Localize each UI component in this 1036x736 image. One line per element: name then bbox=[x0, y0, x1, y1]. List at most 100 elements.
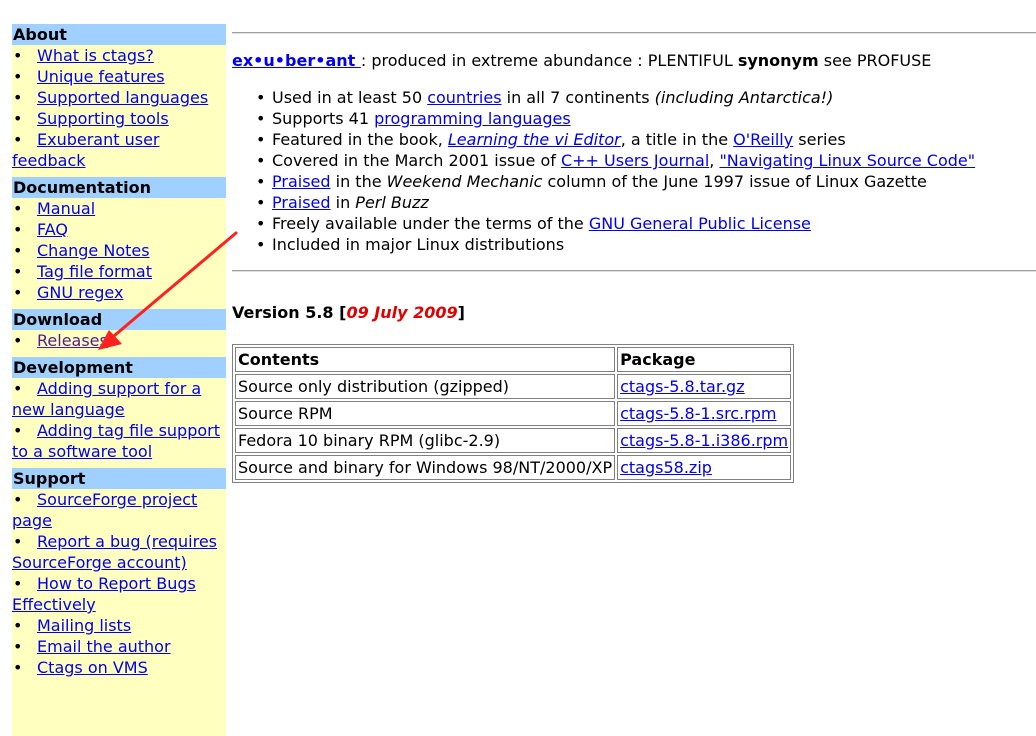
feature-text: in the bbox=[330, 172, 387, 191]
package-download-link[interactable]: ctags-5.8-1.src.rpm bbox=[620, 404, 776, 423]
list-item: Change Notes bbox=[12, 240, 226, 261]
programming-languages-link[interactable]: programming languages bbox=[374, 109, 571, 128]
documentation-list: Manual FAQ Change Notes Tag file format … bbox=[12, 198, 226, 303]
feature-text: , a title in the bbox=[620, 130, 734, 149]
package-download-link[interactable]: ctags-5.8-1.i386.rpm bbox=[620, 431, 788, 450]
package-table: Contents Package Source only distributio… bbox=[232, 344, 795, 483]
list-item: Email the author bbox=[12, 636, 226, 657]
package-cell: ctags-5.8-1.i386.rpm bbox=[617, 428, 792, 453]
supporting-tools-link[interactable]: Supporting tools bbox=[37, 109, 169, 128]
table-row: Source and binary for Windows 98/NT/2000… bbox=[235, 455, 792, 480]
list-item: Covered in the March 2001 issue of C++ U… bbox=[256, 150, 975, 171]
feature-text: in bbox=[330, 193, 356, 212]
list-item: Adding support for a new language bbox=[12, 378, 226, 420]
change-notes-link[interactable]: Change Notes bbox=[37, 241, 150, 260]
ctags-on-vms-link[interactable]: Ctags on VMS bbox=[37, 658, 148, 677]
list-item: FAQ bbox=[12, 219, 226, 240]
how-to-report-bugs-link[interactable]: How to Report Bugs Effectively bbox=[12, 574, 196, 614]
oreilly-link[interactable]: O'Reilly bbox=[733, 130, 793, 149]
list-item: Used in at least 50 countries in all 7 c… bbox=[256, 87, 975, 108]
table-header-row: Contents Package bbox=[235, 347, 792, 372]
section-heading-support: Support bbox=[12, 468, 226, 489]
column-header: Contents bbox=[235, 347, 616, 372]
praised-link-perl[interactable]: Praised bbox=[272, 193, 331, 212]
list-item: GNU regex bbox=[12, 282, 226, 303]
download-list: Releases bbox=[12, 330, 226, 351]
gnu-regex-link[interactable]: GNU regex bbox=[37, 283, 123, 302]
gpl-link[interactable]: GNU General Public License bbox=[589, 214, 811, 233]
list-item: Releases bbox=[12, 330, 226, 351]
synonym-text: see PROFUSE bbox=[818, 51, 932, 70]
list-item: Report a bug (requires SourceForge accou… bbox=[12, 531, 226, 573]
list-item: Freely available under the terms of the … bbox=[256, 213, 975, 234]
table-row: Source RPM ctags-5.8-1.src.rpm bbox=[235, 401, 792, 426]
what-is-ctags-link[interactable]: What is ctags? bbox=[37, 46, 154, 65]
package-cell: ctags-5.8.tar.gz bbox=[617, 374, 792, 399]
version-bracket: ] bbox=[457, 303, 465, 322]
package-download-link[interactable]: ctags-5.8.tar.gz bbox=[620, 377, 745, 396]
feature-text: series bbox=[793, 130, 846, 149]
cpp-users-journal-link[interactable]: C++ Users Journal bbox=[561, 151, 709, 170]
list-item: Praised in the Weekend Mechanic column o… bbox=[256, 171, 975, 192]
list-item: Supported languages bbox=[12, 87, 226, 108]
list-item: Included in major Linux distributions bbox=[256, 234, 975, 255]
contents-cell: Source and binary for Windows 98/NT/2000… bbox=[235, 455, 616, 480]
learning-vi-editor-link[interactable]: Learning the vi Editor bbox=[448, 130, 621, 149]
about-list: What is ctags? Unique features Supported… bbox=[12, 45, 226, 171]
section-heading-development: Development bbox=[12, 357, 226, 378]
contents-cell: Fedora 10 binary RPM (glibc-2.9) bbox=[235, 428, 616, 453]
releases-link[interactable]: Releases bbox=[37, 331, 108, 350]
feature-list: Used in at least 50 countries in all 7 c… bbox=[256, 87, 975, 255]
list-item: Ctags on VMS bbox=[12, 657, 226, 678]
list-item: Adding tag file support to a software to… bbox=[12, 420, 226, 462]
email-author-link[interactable]: Email the author bbox=[37, 637, 171, 656]
feature-text: , bbox=[709, 151, 720, 170]
list-item: Supports 41 programming languages bbox=[256, 108, 975, 129]
manual-link[interactable]: Manual bbox=[37, 199, 95, 218]
section-heading-download: Download bbox=[12, 309, 226, 330]
feature-text: Included in major Linux distributions bbox=[272, 235, 565, 254]
mailing-lists-link[interactable]: Mailing lists bbox=[37, 616, 131, 635]
faq-link[interactable]: FAQ bbox=[37, 220, 68, 239]
package-cell: ctags58.zip bbox=[617, 455, 792, 480]
list-item: Manual bbox=[12, 198, 226, 219]
feature-text: Freely available under the terms of the bbox=[272, 214, 589, 233]
list-item: SourceForge project page bbox=[12, 489, 226, 531]
exuberant-link[interactable]: ex•u•ber•ant bbox=[232, 51, 361, 70]
adding-language-support-link[interactable]: Adding support for a new language bbox=[12, 379, 201, 419]
middle-divider bbox=[232, 270, 1036, 272]
list-item: Featured in the book, Learning the vi Ed… bbox=[256, 129, 975, 150]
section-heading-documentation: Documentation bbox=[12, 177, 226, 198]
list-item: Exuberant user feedback bbox=[12, 129, 226, 171]
synonym-label: synonym bbox=[737, 51, 819, 70]
package-cell: ctags-5.8-1.src.rpm bbox=[617, 401, 792, 426]
column-header: Package bbox=[617, 347, 792, 372]
top-divider bbox=[232, 32, 1036, 34]
list-item: Supporting tools bbox=[12, 108, 226, 129]
feature-text: (including Antarctica!) bbox=[654, 88, 834, 107]
feature-text: Perl Buzz bbox=[355, 193, 429, 212]
list-item: Mailing lists bbox=[12, 615, 226, 636]
adding-tag-file-support-link[interactable]: Adding tag file support to a software to… bbox=[12, 421, 220, 461]
table-row: Fedora 10 binary RPM (glibc-2.9) ctags-5… bbox=[235, 428, 792, 453]
feature-text: column of the June 1997 issue of Linux G… bbox=[542, 172, 927, 191]
contents-cell: Source RPM bbox=[235, 401, 616, 426]
sidebar: About What is ctags? Unique features Sup… bbox=[12, 24, 226, 736]
list-item: Tag file format bbox=[12, 261, 226, 282]
supported-languages-link[interactable]: Supported languages bbox=[37, 88, 208, 107]
countries-link[interactable]: countries bbox=[427, 88, 501, 107]
feature-text: Used in at least 50 bbox=[272, 88, 428, 107]
feature-text: Covered in the March 2001 issue of bbox=[272, 151, 561, 170]
section-heading-about: About bbox=[12, 24, 226, 45]
contents-cell: Source only distribution (gzipped) bbox=[235, 374, 616, 399]
user-feedback-link[interactable]: Exuberant user feedback bbox=[12, 130, 160, 170]
report-bug-link[interactable]: Report a bug (requires SourceForge accou… bbox=[12, 532, 217, 572]
package-download-link[interactable]: ctags58.zip bbox=[620, 458, 712, 477]
version-heading: Version 5.8 [09 July 2009] bbox=[232, 302, 465, 323]
unique-features-link[interactable]: Unique features bbox=[37, 67, 165, 86]
tag-file-format-link[interactable]: Tag file format bbox=[37, 262, 152, 281]
praised-link-gazette[interactable]: Praised bbox=[272, 172, 331, 191]
sourceforge-project-link[interactable]: SourceForge project page bbox=[12, 490, 197, 530]
navigating-linux-source-link[interactable]: "Navigating Linux Source Code" bbox=[719, 151, 975, 170]
list-item: Unique features bbox=[12, 66, 226, 87]
